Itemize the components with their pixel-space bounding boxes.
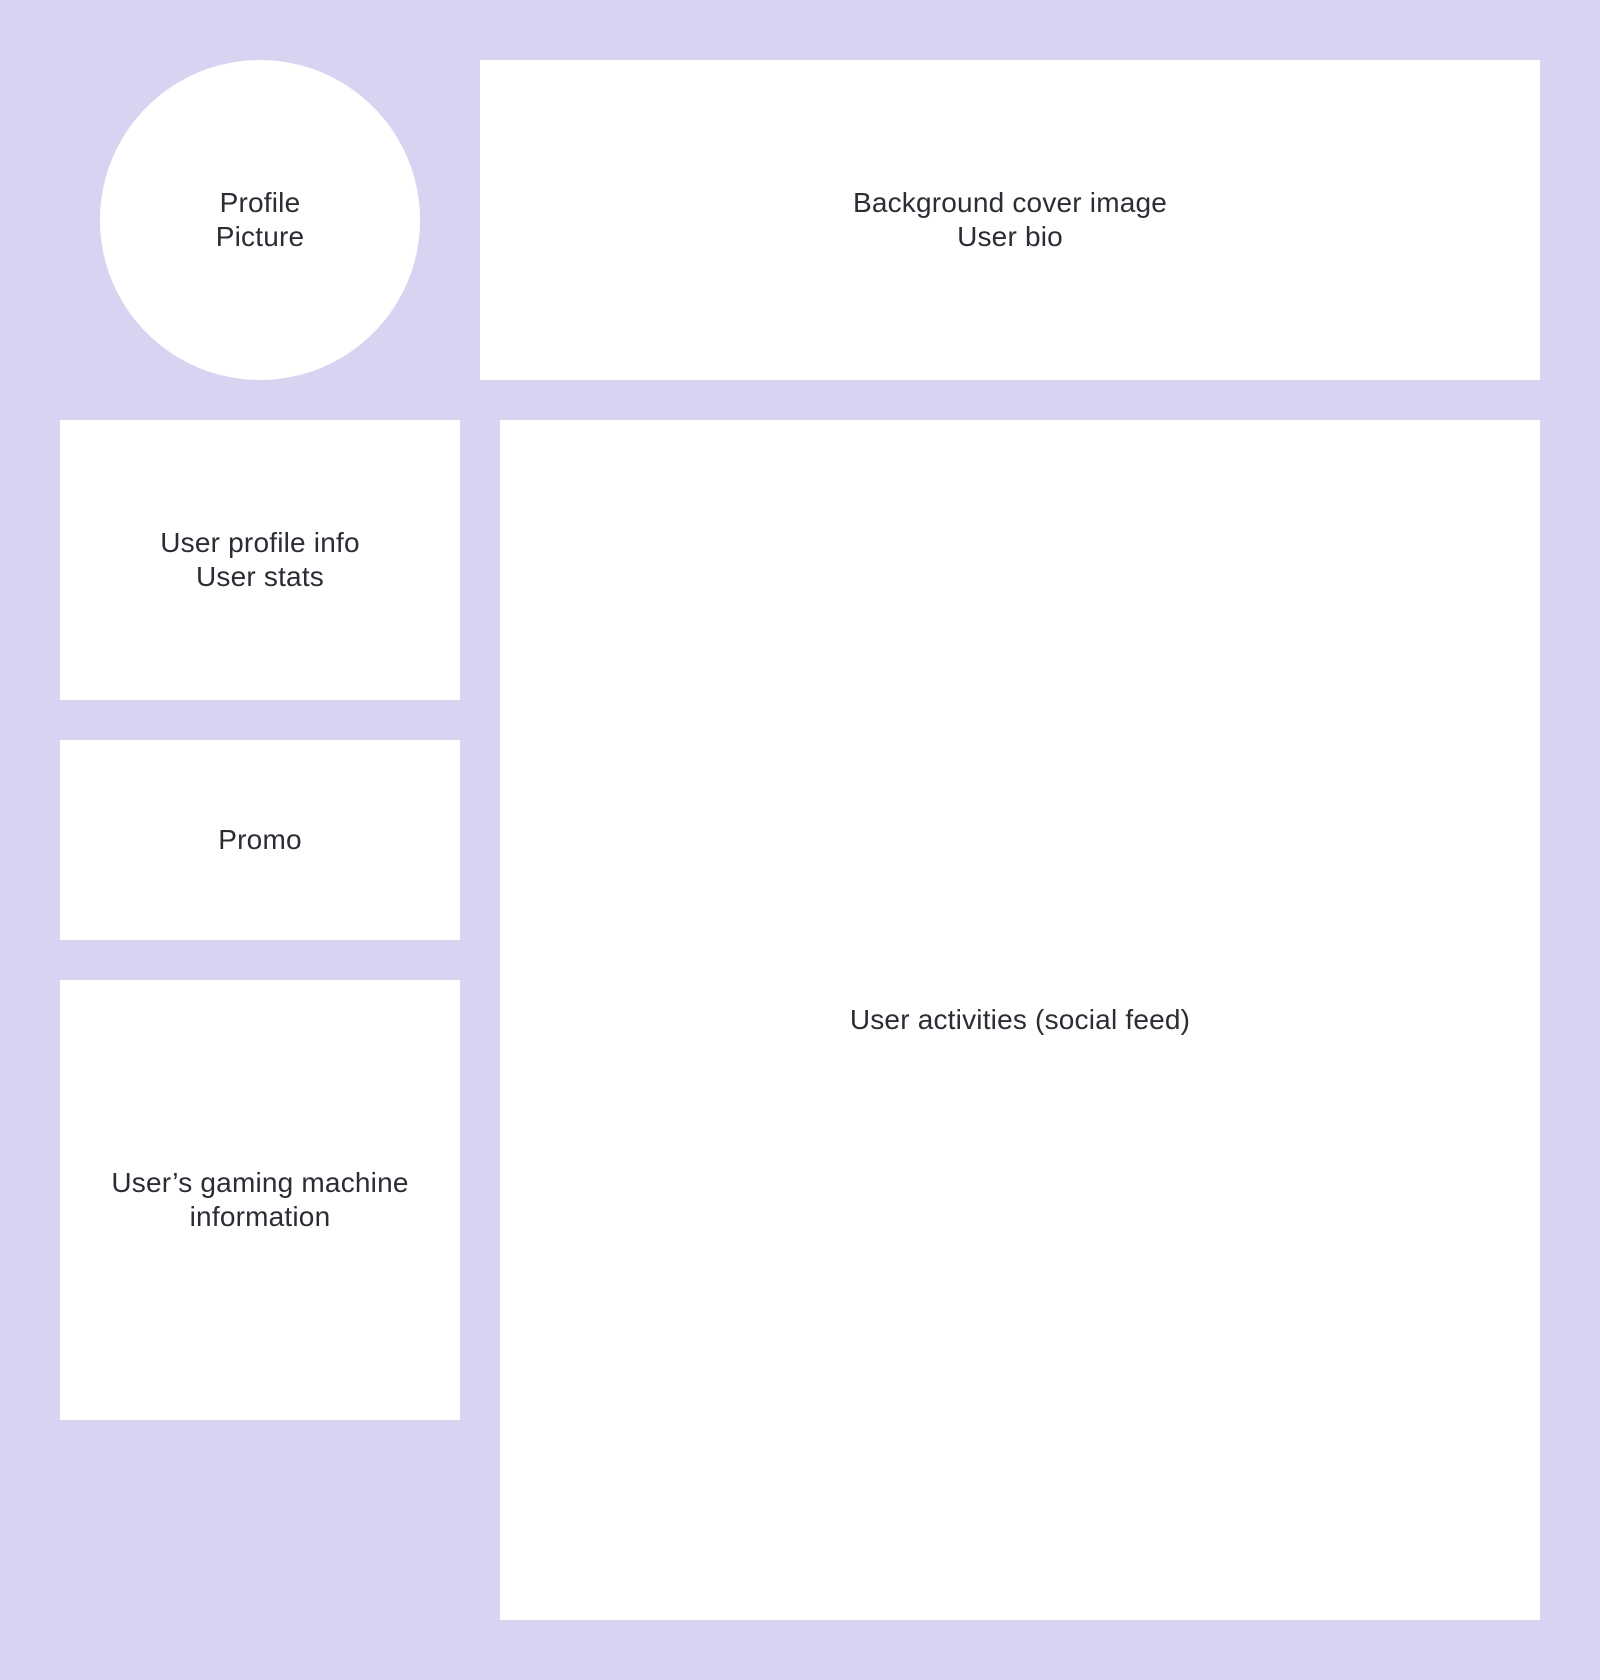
gaming-machine-label: User’s gaming machine information [111,1166,408,1234]
gaming-machine-label-line-1: User’s gaming machine [111,1167,409,1198]
cover-image-and-bio-area: Background cover image User bio [480,60,1540,380]
profile-picture-label-line-1: Profile [219,187,301,218]
promo-label-line-1: Promo [218,824,302,855]
cover-label-line-1: Background cover image [852,187,1168,218]
gaming-machine-label-line-2: information [189,1201,331,1232]
profile-picture-placeholder: Profile Picture [100,60,420,380]
social-feed-panel: User activities (social feed) [500,420,1540,1620]
profile-info-label-line-2: User stats [195,561,324,592]
promo-panel: Promo [60,740,460,940]
social-feed-label: User activities (social feed) [850,1003,1190,1037]
gaming-machine-info-panel: User’s gaming machine information [60,980,460,1420]
profile-picture-label-line-2: Picture [215,221,305,252]
profile-info-label-line-1: User profile info [160,527,360,558]
social-feed-label-line-1: User activities (social feed) [849,1004,1191,1035]
user-profile-info-panel: User profile info User stats [60,420,460,700]
promo-label: Promo [218,823,301,857]
wireframe-canvas: Profile Picture Background cover image U… [0,0,1600,1680]
profile-picture-label: Profile Picture [216,186,305,254]
cover-label-line-2: User bio [957,221,1063,252]
profile-info-label: User profile info User stats [160,526,359,594]
cover-bio-label: Background cover image User bio [853,186,1167,254]
